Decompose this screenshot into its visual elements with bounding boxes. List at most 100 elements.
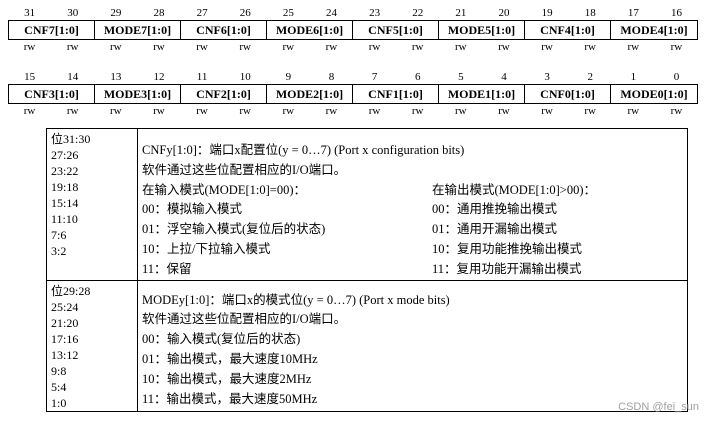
input-mode-item: 10：上拉/下拉输入模式	[142, 241, 271, 256]
output-mode-item: 11：复用功能开漏输出模式	[432, 261, 582, 276]
register-fields-high: CNF7[1:0] MODE7[1:0] CNF6[1:0] MODE6[1:0…	[8, 20, 698, 40]
field-mode1: MODE1[1:0]	[439, 85, 525, 103]
access-label: rw	[411, 41, 424, 53]
bit-number: 5	[458, 71, 464, 83]
bit-number: 26	[239, 7, 251, 19]
bit-range: 13:12	[51, 347, 79, 362]
bit-number: 9	[285, 71, 292, 83]
field-mode0: MODE0[1:0]	[620, 87, 688, 101]
bit-number: 31	[24, 7, 36, 19]
bit-range: 3:2	[51, 244, 67, 258]
access-label: rw	[239, 105, 251, 117]
field-cnf2: CNF2[1:0]	[181, 85, 267, 103]
bit-range: 位29:28	[51, 283, 91, 298]
access-label: rw	[411, 105, 424, 117]
access-label: rw	[153, 105, 165, 117]
access-label: rw	[455, 105, 467, 117]
mode-item: 11：输出模式，最大速度50MHz	[142, 391, 318, 406]
field-cnf7: CNF7[1:0]	[9, 21, 95, 39]
bit-number: 11	[196, 71, 208, 83]
bit-number: 4	[501, 71, 507, 83]
field-cnf3: CNF3[1:0]	[9, 85, 95, 103]
bit-range: 21:20	[51, 315, 79, 330]
access-label: rw	[368, 41, 381, 53]
output-mode-column: 在输出模式(MODE[1:0]>00)： 00：通用推挽输出模式 01：通用开漏…	[432, 181, 687, 280]
access-label: rw	[325, 105, 338, 117]
access-label: rw	[455, 41, 467, 53]
access-label: rw	[670, 105, 683, 117]
access-label: rw	[23, 105, 36, 117]
access-label: rw	[153, 41, 165, 53]
bit-number: 14	[67, 71, 79, 83]
bit-number: 2	[587, 71, 593, 83]
bit-number: 7	[371, 71, 378, 83]
access-label: rw	[584, 41, 596, 53]
access-label: rw	[196, 105, 208, 117]
bit-number: 3	[544, 71, 550, 83]
bit-number: 16	[670, 7, 682, 19]
mode-bit-positions: 位29:28 25:24 21:20 17:16 13:12 9:8 5:4 1…	[46, 279, 138, 412]
register-high: 31 30 29 28 27 26 25 24 23 22 21 20 19 1…	[8, 6, 698, 54]
access-label: rw	[368, 105, 381, 117]
input-mode-column: 在输入模式(MODE[1:0]=00)： 00：模拟输入模式 01：浮空输入模式…	[142, 181, 432, 280]
bit-number: 18	[584, 7, 596, 19]
field-mode2: MODE2[1:0]	[267, 85, 353, 103]
access-label: rw	[66, 41, 79, 53]
bit-numbers-low: 15 14 13 12 11 10 9 8 7 6 5 4 3 2 1 0	[8, 70, 698, 84]
bit-range: 位31:30	[51, 132, 91, 146]
bit-range: 27:26	[51, 148, 79, 162]
watermark: CSDN @fei_sun	[618, 401, 699, 413]
cnf-description-row: 位31:30 27:26 23:22 19:18 15:14 11:10 7:6…	[46, 128, 688, 281]
access-label: rw	[66, 105, 79, 117]
access-label: rw	[627, 105, 640, 117]
access-label: rw	[23, 41, 36, 53]
field-cnf0: CNF0[1:0]	[525, 85, 611, 103]
access-label: rw	[670, 41, 683, 53]
access-label: rw	[541, 105, 553, 117]
bit-number: 23	[369, 7, 381, 19]
bit-number: 22	[412, 7, 424, 19]
access-label: rw	[110, 105, 122, 117]
cnf-description: CNFy[1:0]：端口x配置位(y = 0…7) (Port x config…	[137, 128, 688, 281]
bit-number: 0	[673, 71, 680, 83]
cnf-subtitle: 软件通过这些位配置相应的I/O端口。	[142, 162, 347, 177]
field-mode5: MODE5[1:0]	[439, 21, 525, 39]
mode-item: 10：输出模式，最大速度2MHz	[142, 371, 312, 386]
output-mode-item: 00：通用推挽输出模式	[432, 202, 558, 217]
bit-number: 13	[110, 71, 122, 83]
bit-number: 27	[196, 7, 208, 19]
access-label: rw	[498, 41, 510, 53]
input-mode-item: 01：浮空输入模式(复位后的状态)	[142, 222, 326, 237]
bit-range: 25:24	[51, 299, 79, 314]
register-fields-low: CNF3[1:0] MODE3[1:0] CNF2[1:0] MODE2[1:0…	[8, 84, 698, 104]
field-mode4: MODE4[1:0]	[620, 23, 688, 37]
field-mode7: MODE7[1:0]	[95, 21, 181, 39]
bit-number: 10	[239, 71, 251, 83]
field-cnf4: CNF4[1:0]	[525, 21, 611, 39]
access-label: rw	[282, 41, 295, 53]
input-mode-item: 11：保留	[142, 261, 192, 276]
bit-number: 30	[67, 7, 79, 19]
output-mode-header: 在输出模式(MODE[1:0]>00)：	[432, 182, 596, 197]
access-label: rw	[282, 105, 295, 117]
bit-range: 7:6	[51, 228, 67, 242]
bit-number: 21	[455, 7, 467, 19]
access-label: rw	[325, 41, 338, 53]
access-label: rw	[541, 41, 553, 53]
bit-numbers-high: 31 30 29 28 27 26 25 24 23 22 21 20 19 1…	[8, 6, 698, 20]
access-row-low: rw rw rw rw rw rw rw rw rw rw rw rw rw r…	[8, 104, 698, 118]
bit-number: 12	[153, 71, 165, 83]
mode-title: MODEy[1:0]：端口x的模式位(y = 0…7) (Port x mode…	[142, 292, 450, 307]
field-cnf6: CNF6[1:0]	[181, 21, 267, 39]
bit-number: 6	[414, 71, 421, 83]
bit-range: 9:8	[51, 363, 67, 378]
bit-number: 28	[153, 7, 165, 19]
bit-range: 5:4	[51, 379, 67, 394]
mode-description: MODEy[1:0]：端口x的模式位(y = 0…7) (Port x mode…	[137, 279, 688, 412]
output-mode-item: 01：通用开漏输出模式	[432, 222, 558, 237]
cnf-mode-columns: 在输入模式(MODE[1:0]=00)： 00：模拟输入模式 01：浮空输入模式…	[142, 181, 687, 280]
cnf-title: CNFy[1:0]：端口x配置位(y = 0…7) (Port x config…	[142, 143, 465, 157]
cnf-bit-positions: 位31:30 27:26 23:22 19:18 15:14 11:10 7:6…	[46, 128, 138, 281]
bit-number: 25	[282, 7, 294, 19]
bit-number: 8	[328, 71, 335, 83]
